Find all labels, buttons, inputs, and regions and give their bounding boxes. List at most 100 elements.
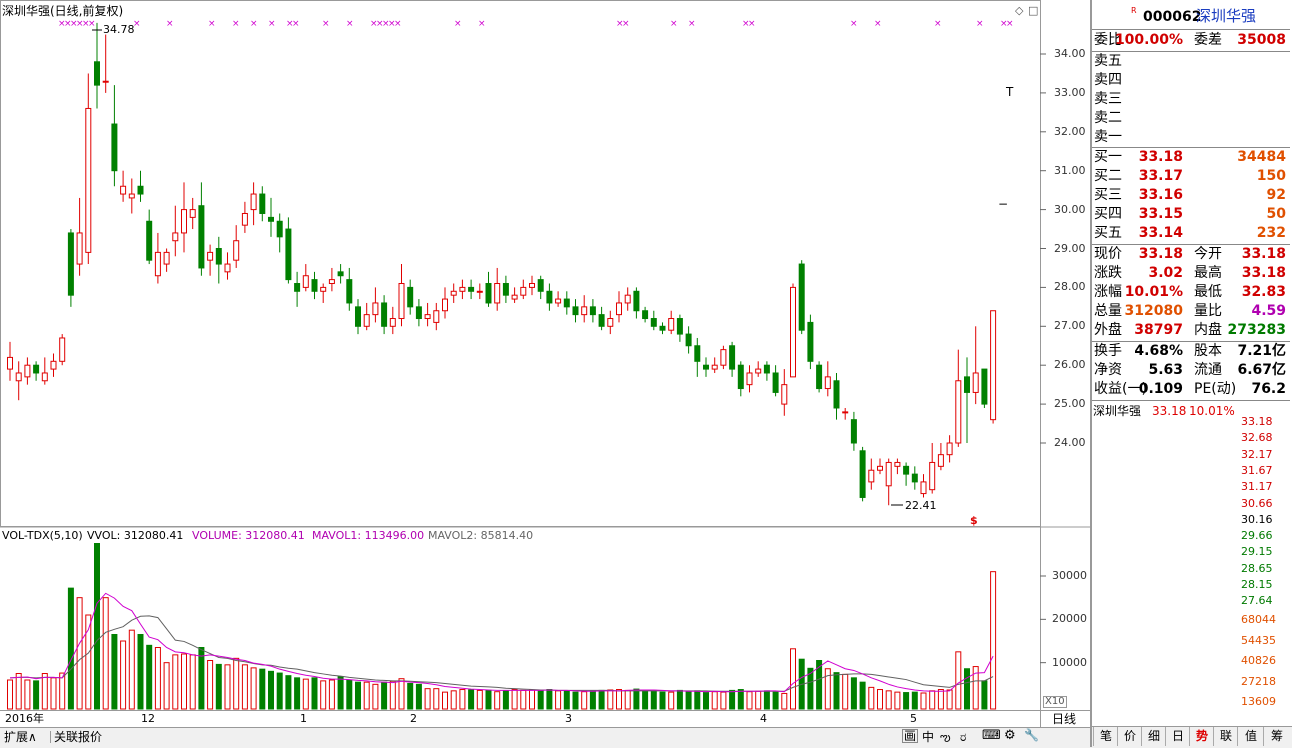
volume-bar	[833, 672, 840, 710]
stat-label: 现价	[1094, 246, 1122, 262]
keyboard-icon[interactable]: ⌨	[982, 729, 1001, 742]
candle-body	[598, 314, 605, 327]
buy-vol: 150	[1256, 168, 1286, 184]
tab-price[interactable]: 价	[1117, 727, 1142, 746]
candle-body	[502, 283, 509, 296]
candle-body	[511, 294, 518, 300]
volume-bar	[981, 680, 988, 710]
tab-value[interactable]: 值	[1237, 727, 1264, 746]
volume-bar	[407, 682, 414, 710]
volume-bar	[285, 675, 292, 710]
volume-bar	[824, 668, 831, 710]
candle-body	[990, 310, 997, 421]
candle-body	[616, 302, 622, 316]
candle-body	[328, 279, 335, 285]
wrench-icon[interactable]: 🔧	[1024, 729, 1039, 741]
candle-body	[816, 364, 823, 390]
volume-bar	[337, 676, 344, 710]
date-axis-month: 2	[410, 712, 417, 725]
candle-body	[233, 240, 240, 261]
candle-body	[546, 290, 553, 304]
toolbar-dots-icon[interactable]: ರ	[960, 731, 966, 743]
volume-bar	[450, 690, 457, 710]
expand-tab[interactable]: 扩展∧	[4, 731, 37, 743]
sell-label: 卖二	[1094, 110, 1122, 126]
stat-label: 流通	[1194, 362, 1222, 378]
candle-body	[703, 364, 709, 370]
candle-body	[468, 286, 475, 292]
tab-detail[interactable]: 细	[1141, 727, 1166, 746]
stat-label: 股本	[1194, 343, 1222, 359]
diamond-icon[interactable]: ◇	[1015, 5, 1023, 16]
stock-code: 000062	[1143, 9, 1202, 25]
volume-bar	[15, 673, 22, 710]
period-label[interactable]: 日线	[1052, 713, 1076, 725]
turnover-rate: 4.68%	[1134, 343, 1183, 359]
divider	[1092, 29, 1290, 30]
toolbar-middle-icon[interactable]: 中	[922, 731, 934, 743]
stat-label: 总量	[1094, 303, 1122, 319]
volume-bar	[468, 689, 475, 710]
candle-body	[824, 376, 831, 390]
volume-bar	[41, 673, 48, 710]
candle-body	[781, 384, 788, 405]
candle-body	[981, 368, 988, 405]
price-axis-label: 26.00	[1054, 358, 1086, 372]
settings-icon[interactable]: ⚙	[1004, 729, 1016, 742]
stat-label: 涨幅	[1094, 284, 1122, 300]
candle-body	[763, 364, 770, 374]
volume-bar	[494, 691, 501, 710]
candle-body	[250, 193, 257, 211]
signal-marker-icon: ×	[850, 19, 858, 29]
signal-marker-icon: ×	[976, 19, 984, 29]
tab-related[interactable]: 联	[1213, 727, 1238, 746]
toolbar-moon-icon[interactable]: ఌ	[940, 731, 951, 743]
related-quote-tab[interactable]: 关联报价	[50, 731, 102, 743]
candle-body	[798, 263, 805, 331]
volume-bar	[964, 668, 970, 710]
volume-bar	[241, 664, 248, 710]
buy-price: 33.14	[1138, 225, 1183, 241]
volume-bar	[607, 689, 614, 710]
volume-bar	[372, 683, 379, 710]
volume-bar	[311, 677, 318, 710]
candle-body	[363, 314, 370, 327]
sell-label: 卖四	[1094, 72, 1122, 88]
candle-body	[668, 318, 675, 331]
volume-multiplier: X10	[1043, 696, 1067, 708]
volume-bar	[746, 691, 753, 710]
mavol1-value: MAVOL1: 113496.00	[312, 529, 425, 542]
main-chart[interactable]: ×××××××××××××××××××××××××××××××××××↓	[0, 0, 1092, 747]
volume-bar	[720, 691, 727, 710]
volume-bar	[842, 673, 849, 710]
tab-daily[interactable]: 日	[1165, 727, 1190, 746]
mini-axis-label: 31.17	[1241, 480, 1273, 494]
weibi-value: 100.00%	[1114, 32, 1183, 48]
candle-body	[276, 220, 283, 238]
volume-bar	[624, 689, 631, 710]
stat-label: 内盘	[1194, 322, 1222, 338]
stock-name[interactable]: 深圳华强	[1196, 9, 1256, 24]
tab-chips[interactable]: 筹	[1263, 727, 1290, 746]
stat-label: 外盘	[1094, 322, 1122, 338]
signal-marker-icon: ×	[166, 19, 174, 29]
buy-price: 33.17	[1138, 168, 1183, 184]
candle-body	[842, 411, 849, 414]
volume-bar	[476, 689, 483, 710]
volume-bar	[598, 689, 605, 710]
candle-body	[198, 205, 205, 269]
stat-label: 今开	[1194, 246, 1222, 262]
tab-trades[interactable]: 笔	[1093, 727, 1118, 746]
tab-trend[interactable]: 势	[1189, 727, 1214, 746]
volume-bar	[363, 681, 370, 710]
toolbar-draw-icon[interactable]: 画	[902, 729, 919, 743]
candle-body	[729, 345, 736, 370]
float-shares: 6.67亿	[1237, 362, 1286, 378]
volume-bar	[276, 672, 283, 710]
mini-axis-label: 30.66	[1241, 496, 1273, 510]
small-square-icon[interactable]: □	[1028, 5, 1038, 16]
volume-bar	[511, 689, 518, 710]
volume-bar	[903, 692, 910, 710]
candle-body	[120, 185, 127, 195]
price-axis-label: 27.00	[1054, 319, 1086, 333]
